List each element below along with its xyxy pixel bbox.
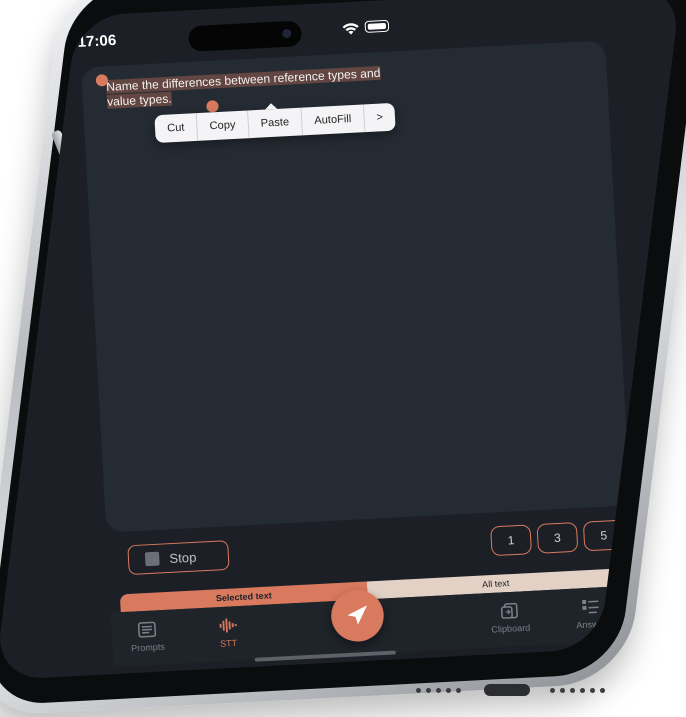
send-button[interactable] <box>330 589 385 643</box>
usb-port <box>484 684 530 696</box>
context-menu-arrow <box>265 103 277 110</box>
tab-clipboard[interactable]: Clipboard <box>474 600 546 635</box>
phone-screen: 17:06 Name the differences between refer… <box>0 0 682 680</box>
tab-stt-label: STT <box>220 638 238 649</box>
waveform-icon <box>216 616 239 635</box>
tab-prompts[interactable]: Prompts <box>111 619 183 654</box>
speaker-hole <box>426 688 431 693</box>
tab-clipboard-label: Clipboard <box>491 623 530 635</box>
wifi-icon <box>341 21 360 36</box>
screen-content: 17:06 Name the differences between refer… <box>18 0 659 677</box>
speaker-hole <box>590 688 595 693</box>
speaker-hole <box>436 688 441 693</box>
clipboard-icon <box>498 601 521 620</box>
menu-item-paste[interactable]: Paste <box>248 108 303 138</box>
menu-item-cut[interactable]: Cut <box>154 113 198 143</box>
speaker-hole <box>456 688 461 693</box>
speaker-hole <box>560 688 565 693</box>
prompts-icon <box>135 620 158 639</box>
tab-prompts-label: Prompts <box>131 642 165 654</box>
speaker-hole <box>446 688 451 693</box>
bottom-ports <box>410 684 645 698</box>
speaker-hole <box>580 688 585 693</box>
number-button-3[interactable]: 3 <box>536 522 578 554</box>
prompt-text[interactable]: Name the differences between reference t… <box>106 64 410 109</box>
stop-label: Stop <box>169 550 197 566</box>
paper-plane-icon <box>330 589 385 643</box>
answer-list-icon <box>579 597 602 616</box>
selected-prompt-text[interactable]: Name the differences between reference t… <box>106 66 381 109</box>
stop-button[interactable]: Stop <box>127 540 229 575</box>
menu-item-copy[interactable]: Copy <box>197 110 250 140</box>
speaker-hole <box>600 688 605 693</box>
status-time: 17:06 <box>77 32 117 51</box>
speaker-hole <box>550 688 555 693</box>
battery-icon <box>364 20 389 33</box>
battery-level <box>368 23 386 30</box>
camera-icon <box>282 29 292 38</box>
menu-more-button[interactable]: > <box>364 103 396 132</box>
speaker-hole <box>570 688 575 693</box>
selection-end-handle[interactable] <box>206 100 219 113</box>
speaker-hole <box>416 688 421 693</box>
dynamic-island <box>188 20 302 52</box>
stop-icon <box>145 552 160 567</box>
number-button-1[interactable]: 1 <box>490 524 532 556</box>
tab-stt[interactable]: STT <box>192 615 264 650</box>
menu-item-autofill[interactable]: AutoFill <box>301 104 365 135</box>
